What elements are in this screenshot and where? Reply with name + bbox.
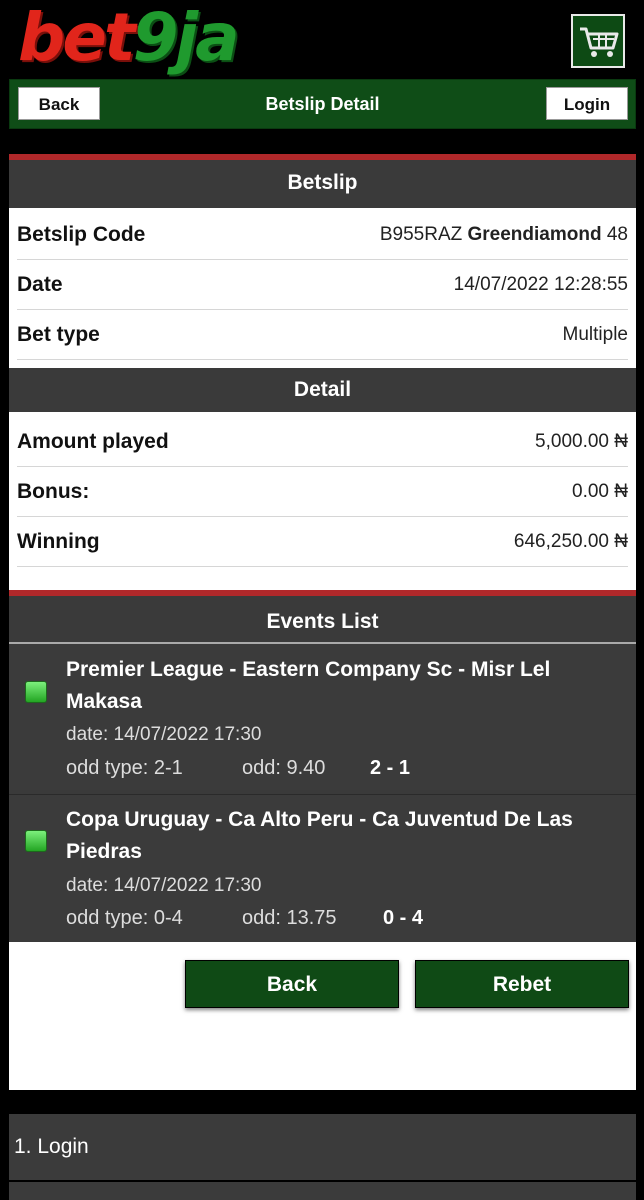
footer-login-item[interactable]: 1. Login: [9, 1114, 636, 1180]
event-title: Premier League - Eastern Company Sc - Mi…: [66, 658, 551, 713]
event-odd-type: odd type: 2-1: [66, 757, 183, 779]
detail-section-header: Detail: [9, 368, 636, 412]
logo-ja: ja: [175, 0, 240, 76]
date-row: Date 14/07/2022 12:28:55: [17, 260, 628, 310]
winning-value: 646,250.00 ₦: [513, 531, 628, 552]
logo-nine: 9: [132, 0, 179, 76]
amount-played-label: Amount played: [17, 430, 169, 453]
cart-button[interactable]: [571, 14, 625, 68]
top-nav-bar: Back Betslip Detail Login: [9, 79, 636, 129]
date-value: 14/07/2022 12:28:55: [453, 274, 628, 295]
winning-label: Winning: [17, 530, 100, 553]
login-button[interactable]: Login: [546, 87, 628, 120]
event-item[interactable]: Copa Uruguay - Ca Alto Peru - Ca Juventu…: [9, 794, 636, 941]
event-date: date: 14/07/2022 17:30: [66, 724, 262, 745]
bonus-row: Bonus: 0.00 ₦: [17, 467, 628, 517]
betslip-code-suffix: 48: [606, 224, 628, 245]
event-odd: odd: 13.75: [242, 907, 337, 929]
events-list: Premier League - Eastern Company Sc - Mi…: [9, 644, 636, 942]
betslip-code-label: Betslip Code: [17, 223, 146, 246]
event-odds: odd type: 2-1 odd: 9.40 2 - 1: [66, 757, 410, 780]
bet-type-value: Multiple: [562, 324, 628, 345]
bet-type-row: Bet type Multiple: [17, 310, 628, 360]
betslip-code-value: B955RAZ Greendiamond 48: [380, 210, 628, 260]
event-item[interactable]: Premier League - Eastern Company Sc - Mi…: [9, 644, 636, 790]
event-score: 2 - 1: [370, 757, 411, 779]
betslip-section-header: Betslip: [9, 154, 636, 208]
winning-row: Winning 646,250.00 ₦: [17, 517, 628, 567]
event-odd-type: odd type: 0-4: [66, 907, 183, 929]
event-date: date: 14/07/2022 17:30: [66, 875, 262, 896]
amount-played-row: Amount played 5,000.00 ₦: [17, 417, 628, 467]
watermark-text: Greendiamond: [467, 224, 602, 245]
bonus-value: 0.00 ₦: [572, 481, 628, 502]
bet-type-label: Bet type: [17, 323, 100, 346]
cart-icon: [580, 27, 619, 57]
date-label: Date: [17, 273, 63, 296]
event-score: 0 - 4: [383, 907, 424, 929]
back-action-button[interactable]: Back: [185, 960, 399, 1008]
page-title: Betslip Detail: [265, 94, 380, 114]
rebet-button[interactable]: Rebet: [415, 960, 629, 1008]
status-indicator-icon: [25, 830, 47, 852]
betslip-code-row: Betslip Code B955RAZ Greendiamond 48: [17, 210, 628, 260]
amount-played-value: 5,000.00 ₦: [535, 431, 628, 452]
bonus-label: Bonus:: [17, 480, 90, 503]
event-odd: odd: 9.40: [242, 757, 326, 779]
events-section-header: Events List: [9, 590, 636, 644]
event-title: Copa Uruguay - Ca Alto Peru - Ca Juventu…: [66, 808, 573, 863]
footer-item[interactable]: [9, 1182, 636, 1200]
event-odds: odd type: 0-4 odd: 13.75 0 - 4: [66, 907, 423, 930]
bet9ja-logo[interactable]: bet9ja: [18, 2, 248, 74]
betslip-code-prefix: B955RAZ: [379, 224, 463, 245]
status-indicator-icon: [25, 681, 47, 703]
logo-bet: bet: [18, 0, 136, 76]
